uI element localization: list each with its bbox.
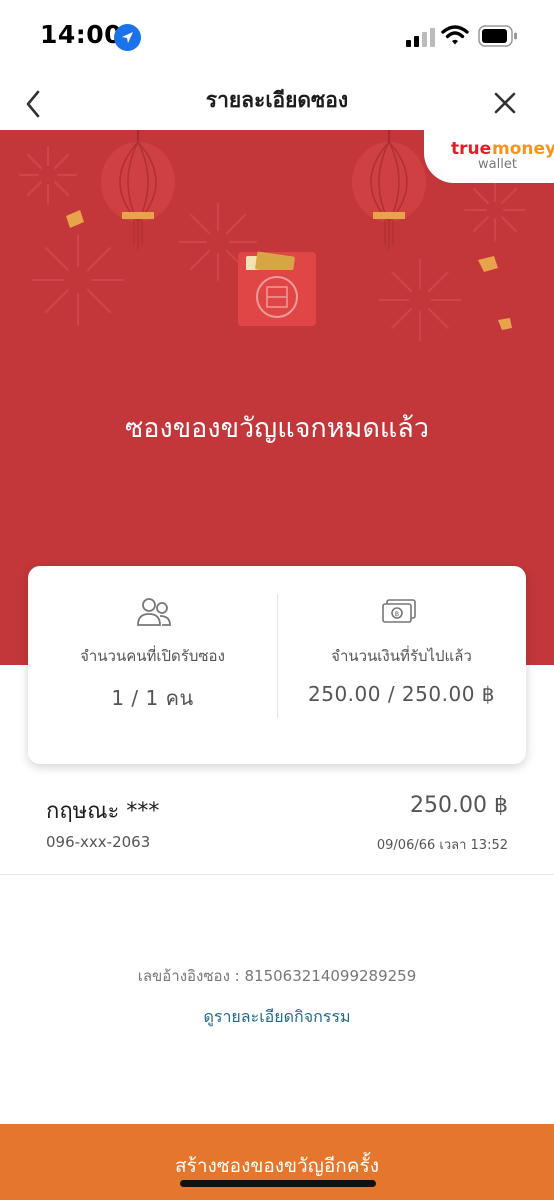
people-value: 1 / 1 คน bbox=[111, 686, 194, 710]
brand-true: true bbox=[451, 139, 492, 159]
status-bar: 14:00 bbox=[0, 0, 554, 74]
recipient-name: กฤษณะ *** bbox=[46, 799, 160, 824]
amount-label: จำนวนเงินที่รับไปแล้ว bbox=[331, 647, 472, 665]
svg-text:฿: ฿ bbox=[395, 610, 399, 618]
recipient-row: กฤษณะ *** 250.00 ฿ 096-xxx-2063 09/06/66… bbox=[0, 775, 554, 875]
recipient-phone: 096-xxx-2063 bbox=[46, 833, 151, 851]
brand-money: money bbox=[492, 139, 554, 159]
summary-card: จำนวนคนที่เปิดรับซอง 1 / 1 คน ฿ จำนวนเงิ… bbox=[28, 566, 526, 764]
battery-icon bbox=[478, 25, 517, 47]
lantern-left bbox=[101, 130, 175, 250]
cellular-signal-icon bbox=[406, 28, 435, 47]
lantern-right bbox=[352, 130, 426, 250]
home-indicator bbox=[180, 1180, 376, 1187]
brand-wallet: wallet bbox=[478, 157, 517, 172]
amount-summary: ฿ จำนวนเงินที่รับไปแล้ว 250.00 / 250.00 … bbox=[277, 566, 526, 764]
recipient-amount: 250.00 ฿ bbox=[410, 793, 508, 818]
status-time: 14:00 bbox=[40, 20, 123, 49]
recipient-time: 09/06/66 เวลา 13:52 bbox=[376, 838, 508, 853]
close-icon bbox=[494, 92, 516, 114]
hero-title: ซองของขวัญแจกหมดแล้ว bbox=[124, 413, 429, 444]
envelope-reference: เลขอ้างอิงซอง : 815063214099289259 bbox=[137, 967, 417, 985]
amount-value: 250.00 / 250.00 ฿ bbox=[308, 682, 495, 706]
activity-details-link[interactable]: ดูรายละเอียดกิจกรรม bbox=[0, 1005, 554, 1030]
close-button[interactable] bbox=[488, 82, 522, 122]
banknote-icon: ฿ bbox=[382, 599, 416, 623]
truemoney-logo: true money wallet bbox=[424, 130, 554, 183]
create-button-label: สร้างซองของขวัญอีกครั้ง bbox=[175, 1155, 379, 1177]
people-label: จำนวนคนที่เปิดรับซอง bbox=[80, 647, 225, 665]
users-icon bbox=[137, 598, 171, 626]
wifi-icon bbox=[441, 25, 469, 45]
create-envelope-again-button[interactable]: สร้างซองของขวัญอีกครั้ง bbox=[0, 1124, 554, 1200]
page-title: รายละเอียดซอง bbox=[205, 88, 349, 112]
navigation-bar: รายละเอียดซอง bbox=[0, 74, 554, 130]
location-arrow-icon bbox=[114, 24, 141, 51]
red-envelope-icon bbox=[238, 251, 316, 326]
people-summary: จำนวนคนที่เปิดรับซอง 1 / 1 คน bbox=[28, 566, 277, 764]
